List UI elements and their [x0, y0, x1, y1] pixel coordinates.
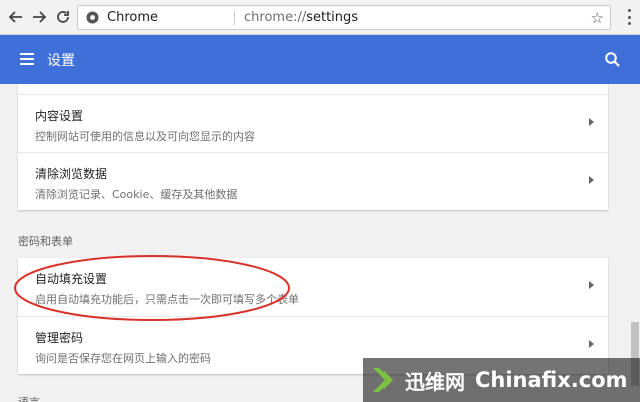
hamburger-menu-icon[interactable] [20, 53, 34, 65]
card-top-spacer [18, 84, 608, 94]
watermark: 迅维网 Chinafix.com [363, 358, 640, 402]
back-arrow-icon [8, 11, 22, 23]
passwords-card: 自动填充设置 启用自动填充功能后，只需点击一次即可填写多个表单 管理密码 询问是… [18, 258, 608, 374]
url-path: settings [306, 10, 359, 25]
section-label-passwords: 密码和表单 [18, 235, 73, 248]
list-item-clear-browsing-data[interactable]: 清除浏览数据 清除浏览记录、Cookie、缓存及其他数据 [18, 152, 608, 210]
search-icon[interactable] [604, 51, 622, 69]
scrollbar[interactable] [630, 84, 640, 402]
reload-button[interactable] [53, 7, 73, 27]
privacy-card: 内容设置 控制网站可使用的信息以及可向您显示的内容 清除浏览数据 清除浏览记录、… [18, 84, 608, 210]
back-button[interactable] [6, 7, 26, 27]
chip-divider [234, 11, 235, 25]
url-scheme: chrome:// [244, 10, 307, 25]
row-title: 内容设置 [35, 109, 84, 123]
settings-header: 设置 [0, 35, 640, 84]
chevron-right-icon [589, 176, 594, 184]
chrome-logo-icon [86, 11, 99, 24]
browser-toolbar: Chrome chrome://settings ☆ [0, 0, 640, 35]
address-bar[interactable]: Chrome chrome://settings ☆ [77, 5, 611, 30]
row-subtitle: 询问是否保存您在网页上输入的密码 [35, 352, 211, 365]
row-subtitle: 控制网站可使用的信息以及可向您显示的内容 [35, 130, 255, 143]
settings-content: 内容设置 控制网站可使用的信息以及可向您显示的内容 清除浏览数据 清除浏览记录、… [0, 84, 640, 402]
bookmark-star-icon[interactable]: ☆ [591, 9, 604, 27]
reload-icon [57, 11, 69, 23]
chevron-right-icon [589, 281, 594, 289]
row-subtitle: 清除浏览记录、Cookie、缓存及其他数据 [35, 188, 238, 201]
chevron-right-icon [589, 118, 594, 126]
site-chip: Chrome [86, 10, 158, 25]
page-title: 设置 [47, 53, 75, 69]
forward-button[interactable] [29, 7, 49, 27]
watermark-en-text: Chinafix.com [475, 368, 628, 392]
row-subtitle: 启用自动填充功能后，只需点击一次即可填写多个表单 [35, 293, 299, 306]
row-title: 清除浏览数据 [35, 167, 108, 181]
watermark-cn-text: 迅维网 [405, 369, 465, 394]
list-item-autofill-settings[interactable]: 自动填充设置 启用自动填充功能后，只需点击一次即可填写多个表单 [18, 258, 608, 316]
chevron-right-icon [589, 340, 594, 348]
row-title: 管理密码 [35, 331, 84, 345]
section-label-languages: 语言 [18, 394, 40, 402]
forward-arrow-icon [33, 11, 47, 23]
list-item-content-settings[interactable]: 内容设置 控制网站可使用的信息以及可向您显示的内容 [18, 94, 608, 152]
browser-menu-icon[interactable] [628, 9, 632, 25]
site-chip-label: Chrome [107, 10, 158, 25]
watermark-logo-icon [373, 368, 394, 392]
url-text[interactable]: chrome://settings [244, 10, 358, 25]
row-title: 自动填充设置 [35, 272, 108, 286]
